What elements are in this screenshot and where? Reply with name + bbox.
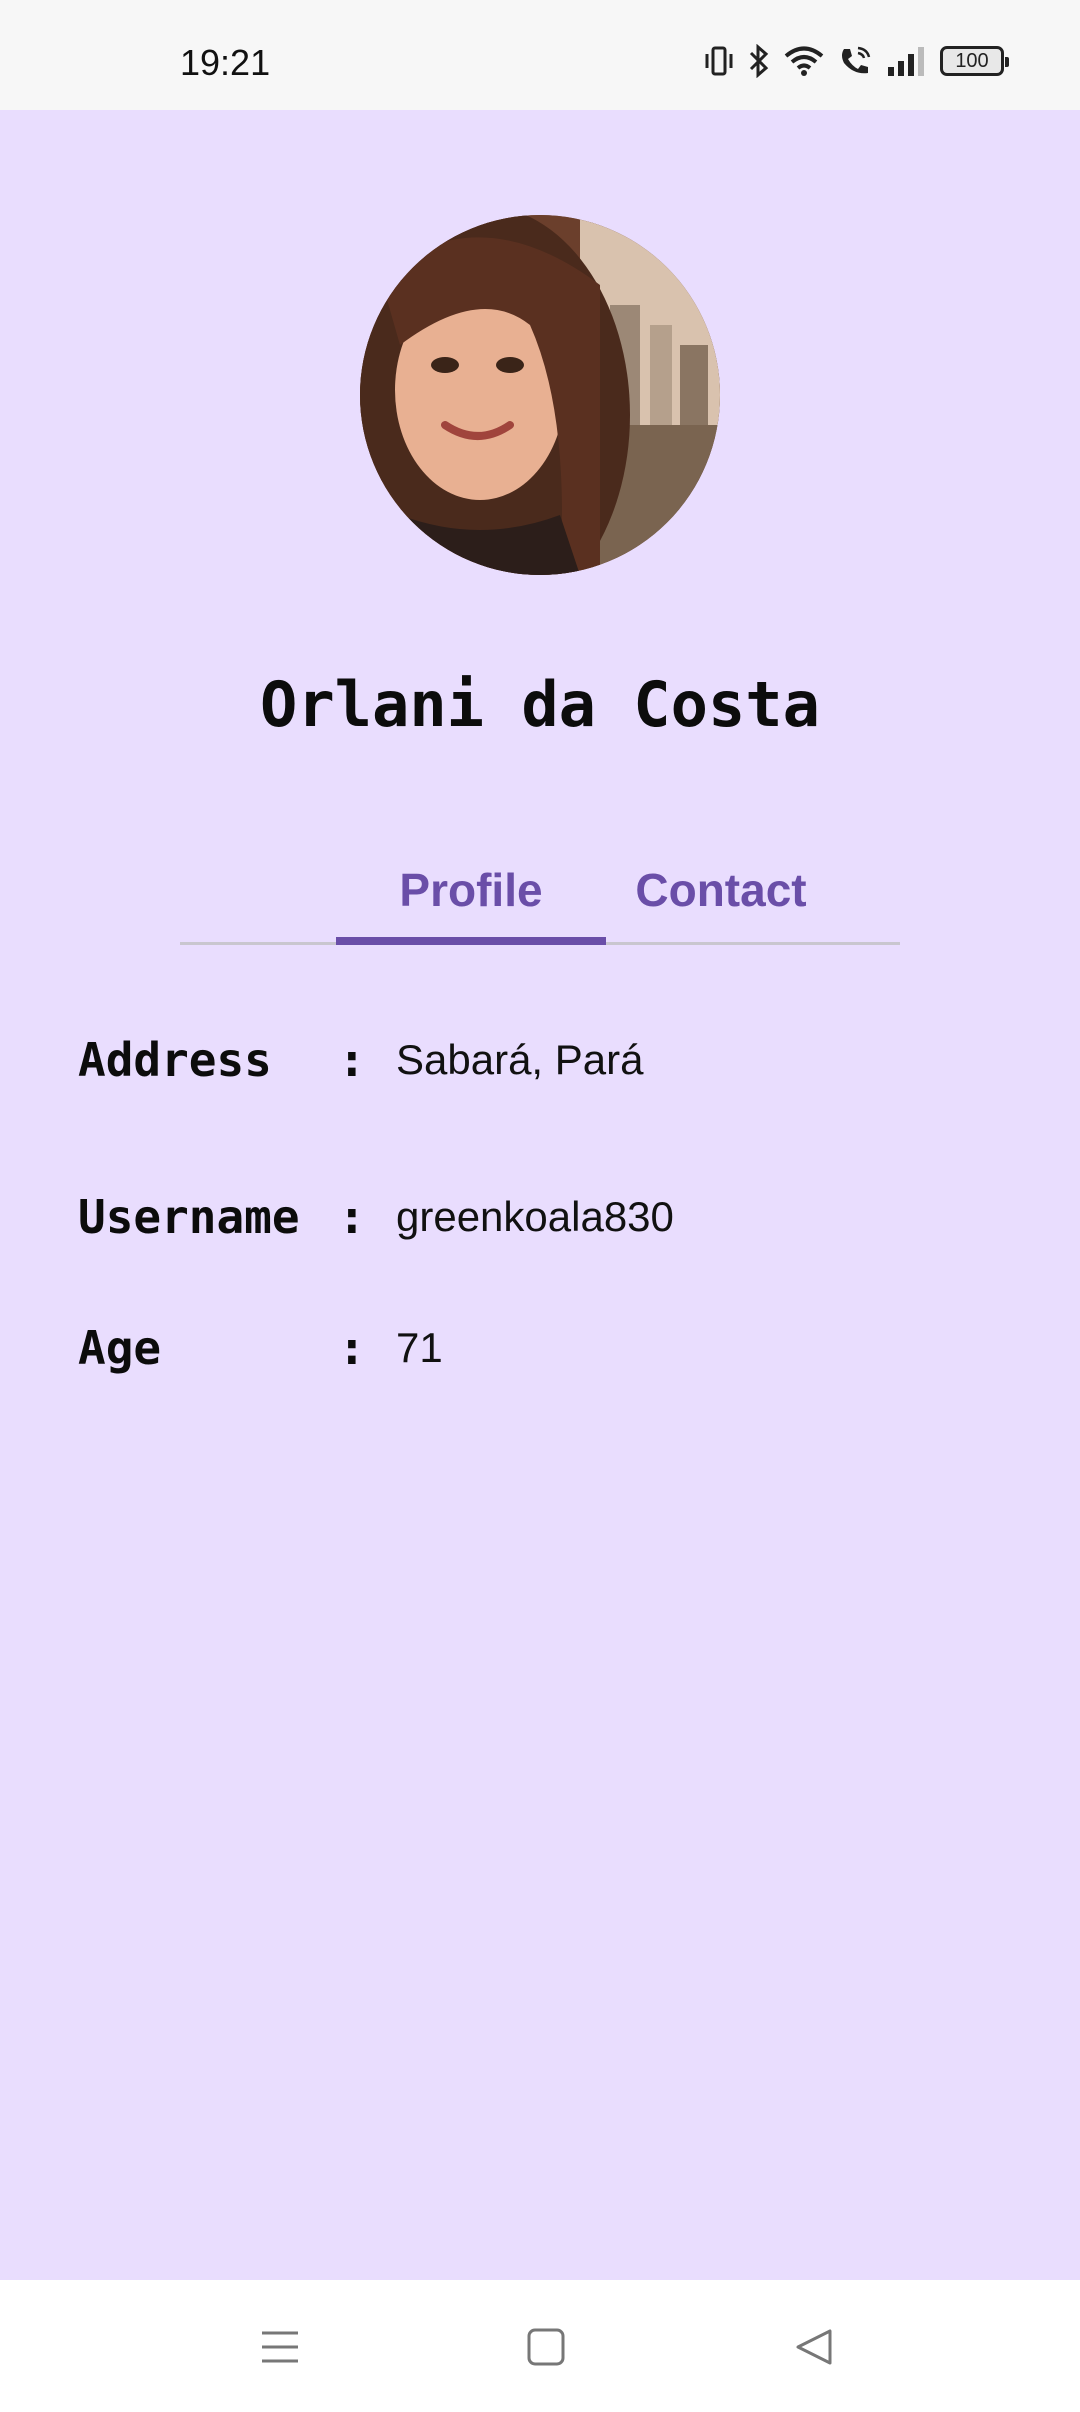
detail-separator: : — [338, 1033, 366, 1087]
menu-icon[interactable] — [250, 2322, 310, 2372]
detail-separator: : — [338, 1320, 366, 1375]
status-icons: 100 — [704, 44, 1009, 78]
detail-value: 71 — [396, 1323, 443, 1371]
tab-indicator — [336, 937, 606, 945]
back-icon[interactable] — [784, 2322, 844, 2372]
avatar — [360, 215, 720, 575]
battery-level: 100 — [955, 49, 989, 72]
detail-label: Address — [78, 1033, 272, 1087]
profile-name: Orlani da Costa — [260, 668, 820, 741]
detail-label: Age — [78, 1320, 162, 1375]
wifi-calling-icon — [838, 45, 872, 77]
tab-bar: Profile Contact — [180, 835, 900, 945]
battery-icon: 100 — [940, 46, 1009, 76]
status-bar: 19:21 100 — [0, 0, 1080, 110]
tab-profile[interactable]: Profile — [336, 835, 606, 945]
tab-contact[interactable]: Contact — [606, 835, 836, 945]
system-nav-bar — [0, 2280, 1080, 2412]
wifi-icon — [784, 45, 824, 77]
detail-row-age: Age : 71 — [78, 1282, 1002, 1413]
detail-separator: : — [338, 1189, 366, 1244]
signal-icon — [886, 45, 926, 77]
profile-details: Address : Sabará, Pará Username : greenk… — [78, 1020, 1002, 1413]
detail-row-address: Address : Sabará, Pará — [78, 1020, 1002, 1100]
detail-value: Sabará, Pará — [396, 1036, 644, 1083]
status-time: 19:21 — [180, 42, 271, 83]
detail-label: Username — [78, 1189, 300, 1244]
detail-value: greenkoala830 — [396, 1192, 674, 1240]
profile-photo — [360, 215, 720, 575]
detail-row-username: Username : greenkoala830 — [78, 1151, 1002, 1282]
vibrate-icon — [704, 45, 734, 77]
home-icon[interactable] — [516, 2322, 576, 2372]
bluetooth-icon — [748, 44, 770, 78]
